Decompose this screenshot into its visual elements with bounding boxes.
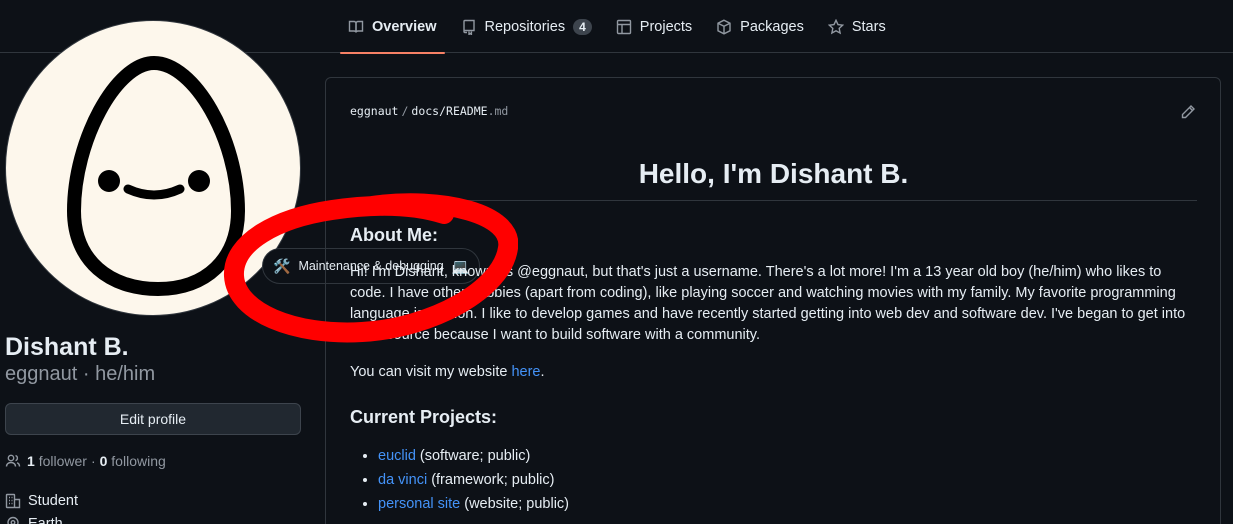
repositories-count-badge: 4: [573, 18, 592, 35]
project-link-personal-site[interactable]: personal site: [378, 496, 460, 512]
website-link[interactable]: here: [511, 364, 540, 380]
readme-title: Hello, I'm Dishant B.: [350, 158, 1197, 201]
follow-stats: 1 follower · 0 following: [5, 453, 166, 469]
projects-heading: Current Projects:: [350, 407, 498, 427]
organization-icon: [5, 493, 21, 509]
profile-login: eggnaut · he/him: [5, 363, 156, 385]
followers-count: 1: [27, 453, 35, 469]
star-icon: [827, 18, 844, 34]
profile-organization: Student: [5, 493, 78, 509]
tools-emoji: 🛠️: [273, 257, 291, 274]
tab-overview-label: Overview: [372, 18, 437, 35]
following-label: following: [111, 453, 166, 469]
repo-icon: [462, 19, 475, 35]
organization-text: Student: [28, 493, 78, 509]
about-paragraph: Hi! I'm Dishant, known as @eggnaut, but …: [350, 264, 1186, 343]
readme-path-file[interactable]: docs/README.md: [411, 104, 508, 118]
tab-packages[interactable]: Packages: [708, 0, 812, 53]
readme-content: Hello, I'm Dishant B. About Me: Hi! I'm …: [350, 158, 1197, 516]
website-suffix: .: [540, 364, 545, 380]
tab-projects-label: Projects: [639, 18, 693, 35]
following-count: 0: [99, 453, 108, 469]
readme-path-filename: docs/README: [411, 104, 488, 118]
egg-face-image: [66, 55, 246, 297]
location-text: Earth: [28, 516, 63, 524]
pencil-icon: [1181, 105, 1195, 119]
following-link[interactable]: 0 following: [100, 453, 166, 469]
project-desc: (website; public): [460, 496, 570, 512]
package-icon: [717, 18, 731, 35]
followers-link[interactable]: 1 follower: [27, 453, 87, 469]
separator-dot: ·: [90, 453, 96, 469]
book-icon: [348, 20, 364, 33]
tab-repositories[interactable]: Repositories 4: [453, 0, 600, 53]
website-prefix: You can visit my website: [350, 364, 512, 380]
location-icon: [7, 516, 19, 524]
website-paragraph: You can visit my website here.: [350, 362, 1197, 383]
tab-stars[interactable]: Stars: [820, 0, 894, 53]
tab-packages-label: Packages: [740, 18, 804, 35]
readme-path-extension: .md: [487, 104, 509, 118]
edit-readme-button[interactable]: [1180, 104, 1196, 120]
table-icon: [616, 19, 631, 34]
profile-name: Dishant B.: [5, 333, 129, 361]
readme-path-owner[interactable]: eggnaut: [350, 104, 398, 118]
readme-panel: eggnaut / docs/README.md Hello, I'm Dishan…: [325, 77, 1221, 524]
project-desc: (framework; public): [427, 472, 555, 488]
project-link-euclid[interactable]: euclid: [378, 448, 416, 464]
tab-list: Overview Repositories 4 Projects Package…: [340, 0, 902, 54]
project-desc: (software; public): [415, 448, 531, 464]
tab-projects[interactable]: Projects: [608, 0, 700, 53]
readme-path: eggnaut / docs/README.md: [350, 104, 508, 118]
avatar[interactable]: [5, 20, 301, 316]
projects-list: euclid (software; public) da vinci (fram…: [350, 444, 1197, 516]
tab-overview[interactable]: Overview: [340, 0, 445, 54]
about-heading: About Me:: [350, 225, 438, 245]
project-link-da-vinci[interactable]: da vinci: [378, 472, 427, 488]
profile-location: Earth: [5, 516, 63, 524]
people-icon: [5, 454, 21, 467]
list-item: personal site (website; public): [378, 492, 1197, 516]
list-item: da vinci (framework; public): [378, 468, 1197, 492]
tab-repositories-label: Repositories: [484, 18, 566, 35]
edit-profile-button[interactable]: Edit profile: [5, 403, 301, 435]
readme-path-separator: /: [401, 104, 409, 118]
tab-stars-label: Stars: [851, 18, 886, 35]
list-item: euclid (software; public): [378, 444, 1197, 468]
followers-label: follower: [38, 453, 87, 469]
